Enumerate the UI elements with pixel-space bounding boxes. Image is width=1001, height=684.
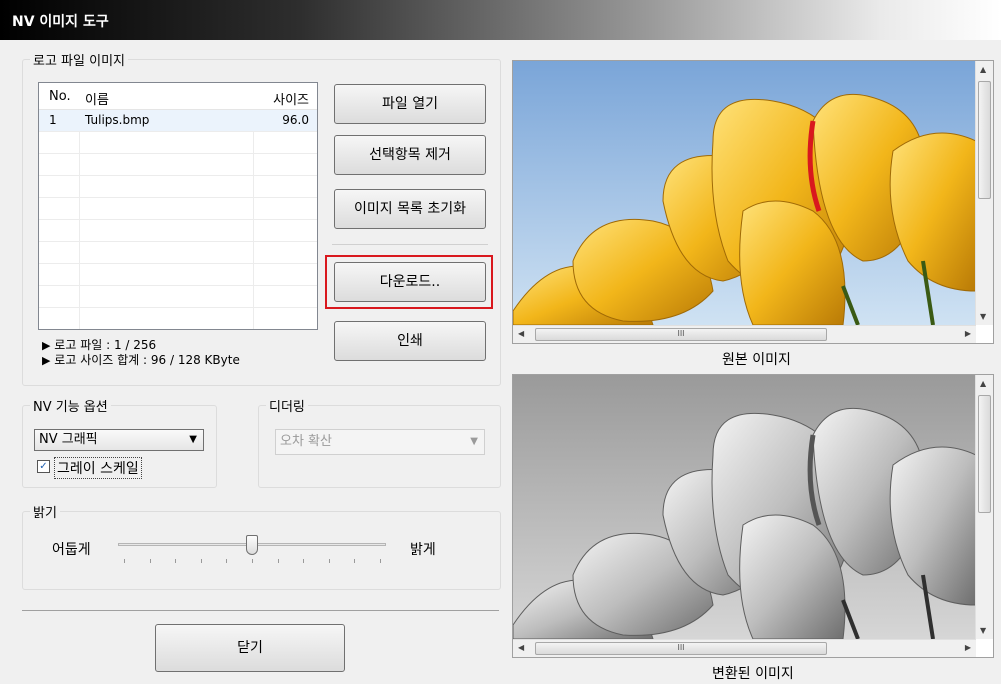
nv-options-legend: NV 기능 옵션 <box>33 400 108 415</box>
brighter-label: 밝게 <box>410 542 436 558</box>
title-bar: NV 이미지 도구 <box>0 0 1001 40</box>
button-divider <box>332 244 488 245</box>
slider-tick <box>303 559 304 563</box>
scroll-left-icon[interactable]: ◀ <box>518 643 524 652</box>
column-header-name[interactable]: 이름 <box>85 89 109 108</box>
converted-horizontal-scrollbar[interactable]: ◀ III ▶ <box>513 639 976 657</box>
dithering-legend: 디더링 <box>269 400 305 415</box>
download-button[interactable]: 다운로드.. <box>334 262 486 302</box>
slider-tick <box>278 559 279 563</box>
empty-row <box>39 242 317 264</box>
logo-file-group-legend: 로고 파일 이미지 <box>33 54 125 69</box>
dropdown-arrow-icon: ▼ <box>470 436 478 447</box>
dropdown-arrow-icon: ▼ <box>189 434 197 445</box>
converted-image <box>513 375 976 639</box>
empty-row <box>39 264 317 286</box>
slider-tick <box>329 559 330 563</box>
cell-no: 1 <box>49 113 57 127</box>
cell-name: Tulips.bmp <box>85 113 150 127</box>
cell-size: 96.0 <box>282 113 309 127</box>
empty-row <box>39 220 317 242</box>
slider-thumb[interactable] <box>246 535 258 555</box>
nv-image-tool-window: NV 이미지 도구 로고 파일 이미지 No. 이름 사이즈 1 Tulips.… <box>0 0 1001 684</box>
slider-tick <box>201 559 202 563</box>
horizontal-scroll-thumb[interactable]: III <box>535 328 827 341</box>
original-vertical-scrollbar[interactable]: ▲ ▼ <box>975 61 993 325</box>
vertical-scroll-thumb[interactable] <box>978 81 991 199</box>
slider-tick <box>175 559 176 563</box>
original-image <box>513 61 976 325</box>
reset-image-list-button[interactable]: 이미지 목록 초기화 <box>334 189 486 229</box>
original-horizontal-scrollbar[interactable]: ◀ III ▶ <box>513 325 976 343</box>
slider-tick <box>124 559 125 563</box>
original-image-caption: 원본 이미지 <box>722 352 791 368</box>
grayscale-checkbox[interactable]: ✓ <box>37 460 50 473</box>
empty-row <box>39 286 317 308</box>
table-row[interactable]: 1 Tulips.bmp 96.0 <box>39 110 317 132</box>
bullet-triangle-icon: ▶ <box>42 354 51 367</box>
converted-image-caption: 변환된 이미지 <box>712 666 794 682</box>
nv-mode-value: NV 그래픽 <box>39 432 98 447</box>
slider-tick <box>354 559 355 563</box>
scroll-left-icon[interactable]: ◀ <box>518 329 524 338</box>
bottom-divider <box>22 610 499 611</box>
slider-tick <box>226 559 227 563</box>
scroll-up-icon[interactable]: ▲ <box>980 65 986 74</box>
scroll-down-icon[interactable]: ▼ <box>980 626 986 635</box>
empty-row <box>39 176 317 198</box>
slider-tick <box>150 559 151 563</box>
close-button[interactable]: 닫기 <box>155 624 345 672</box>
horizontal-scroll-thumb[interactable]: III <box>535 642 827 655</box>
scroll-down-icon[interactable]: ▼ <box>980 312 986 321</box>
logo-file-list[interactable]: No. 이름 사이즈 1 Tulips.bmp 96.0 <box>38 82 318 330</box>
list-header: No. 이름 사이즈 <box>39 83 317 110</box>
column-header-no[interactable]: No. <box>49 89 71 104</box>
logo-size-total: ▶ 로고 사이즈 합계 : 96 / 128 KByte <box>42 351 240 368</box>
converted-image-panel[interactable]: ▲ ▼ ◀ III ▶ <box>512 374 994 658</box>
scroll-grip: III <box>677 643 685 652</box>
brightness-slider[interactable] <box>118 535 386 569</box>
darker-label: 어둡게 <box>52 542 91 558</box>
window-title: NV 이미지 도구 <box>12 14 109 30</box>
open-file-button[interactable]: 파일 열기 <box>334 84 486 124</box>
slider-tick <box>380 559 381 563</box>
empty-row <box>39 132 317 154</box>
logo-size-total-text: 로고 사이즈 합계 : 96 / 128 KByte <box>54 353 240 367</box>
empty-row <box>39 154 317 176</box>
slider-tick <box>252 559 253 563</box>
scroll-right-icon[interactable]: ▶ <box>965 643 971 652</box>
scroll-up-icon[interactable]: ▲ <box>980 379 986 388</box>
grayscale-label[interactable]: 그레이 스케일 <box>54 457 142 479</box>
original-image-panel[interactable]: ▲ ▼ ◀ III ▶ <box>512 60 994 344</box>
vertical-scroll-thumb[interactable] <box>978 395 991 513</box>
brightness-legend: 밝기 <box>33 506 57 521</box>
scroll-right-icon[interactable]: ▶ <box>965 329 971 338</box>
remove-selected-button[interactable]: 선택항목 제거 <box>334 135 486 175</box>
logo-file-count-text: 로고 파일 : 1 / 256 <box>54 338 157 352</box>
empty-row <box>39 198 317 220</box>
column-header-size[interactable]: 사이즈 <box>273 89 309 108</box>
nv-mode-select[interactable]: NV 그래픽 ▼ <box>34 429 204 451</box>
dithering-value: 오차 확산 <box>280 434 332 449</box>
dithering-select[interactable]: 오차 확산 ▼ <box>275 429 485 455</box>
converted-vertical-scrollbar[interactable]: ▲ ▼ <box>975 375 993 639</box>
scroll-grip: III <box>677 329 685 338</box>
print-button[interactable]: 인쇄 <box>334 321 486 361</box>
